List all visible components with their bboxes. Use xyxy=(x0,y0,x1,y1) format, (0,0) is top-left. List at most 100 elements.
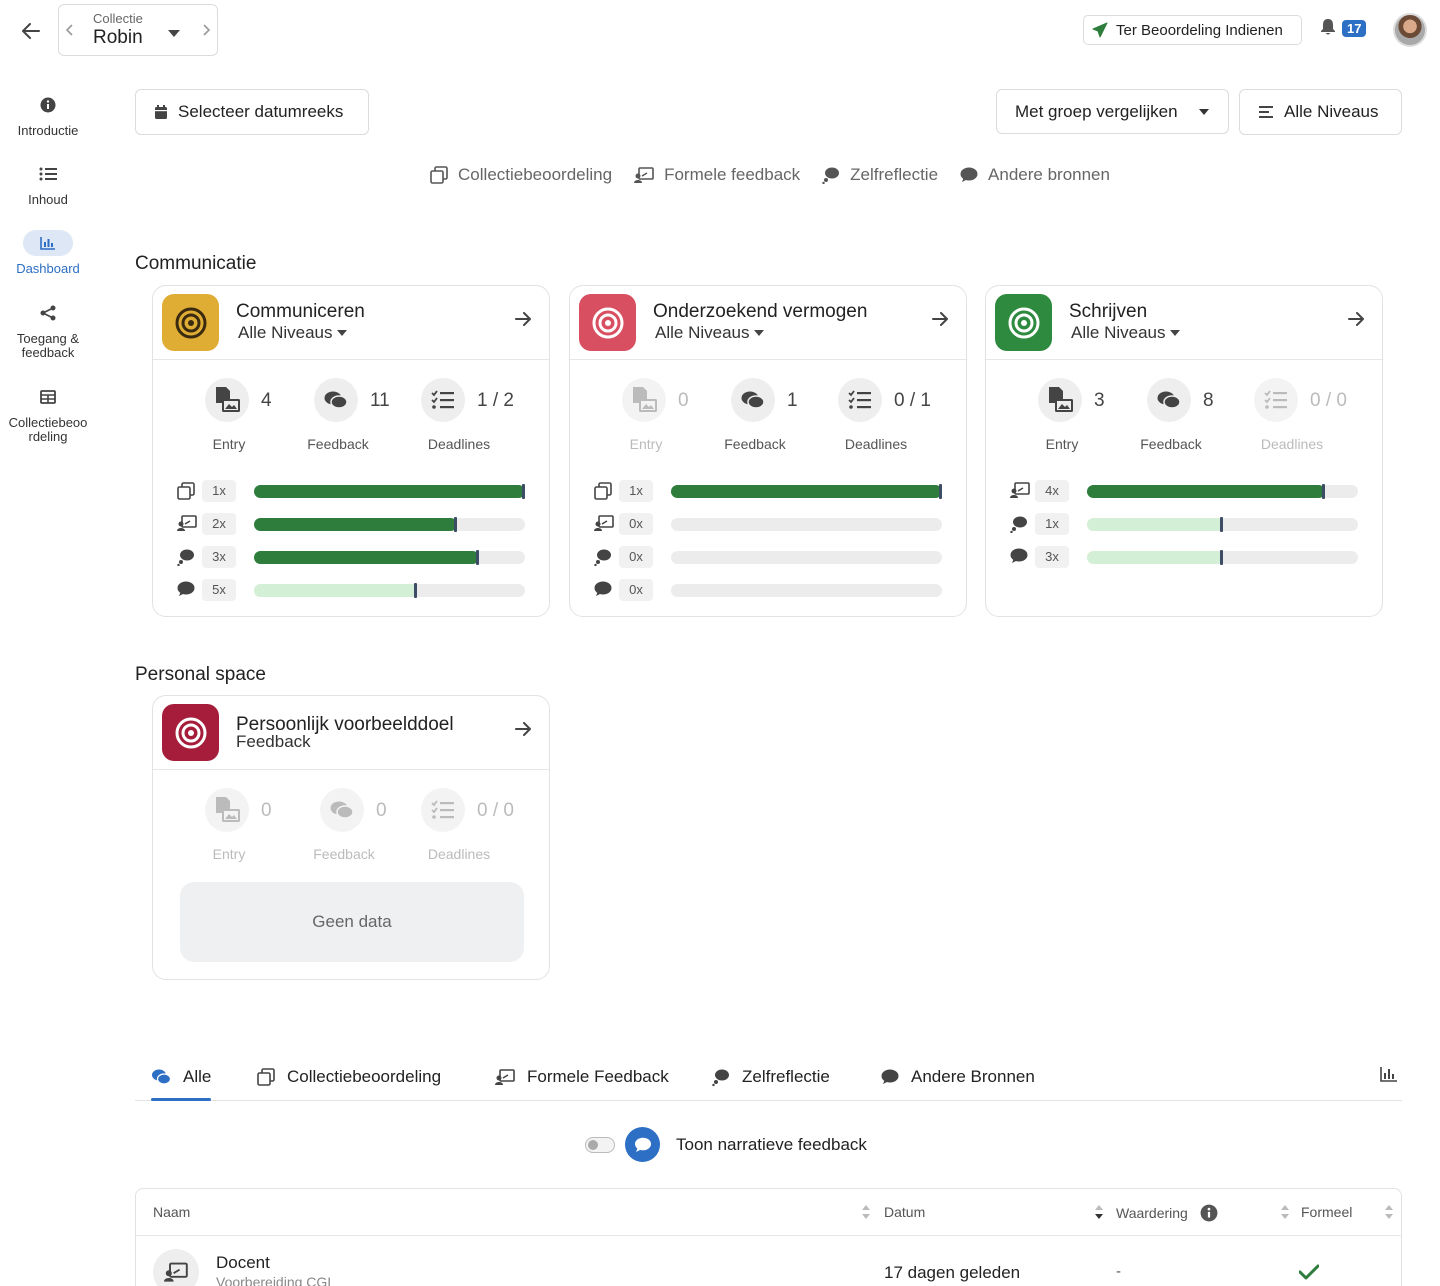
source-count: 0x xyxy=(619,546,653,568)
sort-desc-icon[interactable] xyxy=(1095,1205,1103,1219)
column-header-waardering[interactable]: Waardering xyxy=(1116,1204,1218,1222)
goal-card-personal[interactable]: Persoonlijk voorbeelddoel Feedback 0 Ent… xyxy=(152,695,550,980)
stat-value: 0 / 0 xyxy=(477,800,514,821)
card-header[interactable]: Schrijven Alle Niveaus xyxy=(986,286,1382,360)
chat-icon xyxy=(625,1127,660,1162)
notification-badge[interactable]: 17 xyxy=(1342,20,1367,37)
levels-filter-button[interactable]: Alle Niveaus xyxy=(1239,89,1402,135)
goal-card[interactable]: Communiceren Alle Niveaus 4 Entry 11 Feedback… xyxy=(152,285,550,617)
copy-icon xyxy=(257,1068,275,1086)
submit-label: Ter Beoordeling Indienen xyxy=(1116,21,1283,39)
level-dropdown[interactable]: Alle Niveaus xyxy=(1071,323,1180,343)
bar-fill xyxy=(1087,485,1325,498)
arrow-right-icon[interactable] xyxy=(1348,312,1364,326)
info-icon[interactable] xyxy=(1200,1204,1218,1222)
bell-icon[interactable] xyxy=(1320,18,1336,36)
bar-track xyxy=(671,518,942,531)
comments-icon xyxy=(152,1069,171,1085)
level-dropdown[interactable]: Alle Niveaus xyxy=(238,323,347,343)
checklist-icon xyxy=(1254,378,1298,422)
collection-switcher[interactable]: Collectie Robin xyxy=(58,4,218,56)
table-row[interactable]: Docent Voorbereiding CGI 17 dagen gelede… xyxy=(136,1236,1401,1286)
source-count: 0x xyxy=(619,513,653,535)
stat-value: 0 xyxy=(678,390,689,411)
arrow-right-icon[interactable] xyxy=(515,312,531,326)
goal-card[interactable]: Onderzoekend vermogen Alle Niveaus 0 Entry 1… xyxy=(569,285,967,617)
arrow-left-icon xyxy=(22,23,40,39)
compare-group-dropdown[interactable]: Met groep vergelijken xyxy=(996,89,1229,134)
legend-item-zelfreflectie: Zelfreflectie xyxy=(822,165,938,185)
sidebar-item-label: Collectiebeoordeling xyxy=(8,415,88,444)
source-count: 5x xyxy=(202,579,236,601)
bar-fill xyxy=(1087,551,1223,564)
card-header[interactable]: Persoonlijk voorbeelddoel Feedback xyxy=(153,696,549,770)
stat-caption: Feedback xyxy=(307,436,369,452)
sort-icon[interactable] xyxy=(862,1205,870,1219)
sort-icon[interactable] xyxy=(1385,1205,1393,1219)
sidebar-item-dashboard[interactable]: Dashboard xyxy=(0,230,96,276)
column-header-formeel[interactable]: Formeel xyxy=(1301,1204,1352,1220)
source-bar-row: 5x xyxy=(177,579,527,601)
date-range-label: Selecteer datumreeks xyxy=(178,102,344,121)
bar-marker xyxy=(1220,550,1223,565)
stat-caption: Entry xyxy=(1045,436,1079,452)
back-button[interactable] xyxy=(18,18,44,44)
comment-icon xyxy=(1010,548,1028,564)
sort-icon[interactable] xyxy=(1281,1205,1289,1219)
legend-item-collectiebeoordeling: Collectiebeoordeling xyxy=(430,165,612,185)
bar-track xyxy=(254,550,525,565)
tab-andere-bronnen[interactable]: Andere Bronnen xyxy=(881,1062,1035,1092)
checklist-icon xyxy=(421,788,465,832)
source-bar-row: 3x xyxy=(177,546,527,568)
sidebar-item-toegang[interactable]: Toegang & feedback xyxy=(0,300,96,360)
target-icon xyxy=(162,704,219,761)
stat-value: 4 xyxy=(261,390,272,411)
calendar-icon xyxy=(155,105,167,119)
goal-card[interactable]: Schrijven Alle Niveaus 3 Entry 8 Feedback 0 / … xyxy=(985,285,1383,617)
caret-down-icon[interactable] xyxy=(167,27,181,39)
date-range-button[interactable]: Selecteer datumreeks xyxy=(135,89,369,135)
source-bar-row: 2x xyxy=(177,513,527,535)
avatar[interactable] xyxy=(1393,13,1427,47)
sidebar-item-collectiebeoordeling[interactable]: Collectiebeoordeling xyxy=(0,384,96,444)
source-count: 3x xyxy=(202,546,236,568)
feedback-table: Naam Datum Waardering Formeel Docent Voo… xyxy=(135,1188,1402,1286)
bar-track xyxy=(671,584,942,597)
card-stats: 0 Entry 1 Feedback 0 / 1 Deadlines xyxy=(570,360,966,458)
chevron-left-icon[interactable] xyxy=(65,23,75,37)
chart-icon[interactable] xyxy=(1380,1066,1398,1082)
bar-fill xyxy=(254,485,525,498)
tab-alle[interactable]: Alle xyxy=(151,1062,212,1101)
thought-icon xyxy=(712,1069,729,1086)
stat-value: 3 xyxy=(1094,390,1105,411)
bar-marker xyxy=(1220,517,1223,532)
stat-value: 0 xyxy=(261,800,272,821)
stat-value: 1 xyxy=(787,390,798,411)
arrow-right-icon[interactable] xyxy=(515,722,531,736)
sidebar-item-introductie[interactable]: Introductie xyxy=(0,92,96,138)
column-header-datum[interactable]: Datum xyxy=(884,1204,925,1220)
chevron-right-icon[interactable] xyxy=(201,23,211,37)
tab-label: Alle xyxy=(183,1067,212,1086)
row-name: Docent xyxy=(216,1253,270,1272)
narrative-toggle-row: Toon narratieve feedback xyxy=(585,1127,867,1162)
teacher-icon xyxy=(495,1069,515,1085)
tab-zelfreflectie[interactable]: Zelfreflectie xyxy=(712,1062,830,1092)
stat-caption: Entry xyxy=(212,436,246,452)
lines-icon xyxy=(1259,106,1273,118)
sidebar-item-label: Inhoud xyxy=(28,192,68,207)
narrative-switch[interactable] xyxy=(585,1136,615,1153)
card-header[interactable]: Onderzoekend vermogen Alle Niveaus xyxy=(570,286,966,360)
source-count: 1x xyxy=(1035,513,1069,535)
tab-formele-feedback[interactable]: Formele Feedback xyxy=(495,1062,669,1092)
column-header-naam[interactable]: Naam xyxy=(153,1204,190,1220)
level-dropdown[interactable]: Alle Niveaus xyxy=(655,323,764,343)
card-header[interactable]: Communiceren Alle Niveaus xyxy=(153,286,549,360)
table-header: Naam Datum Waardering Formeel xyxy=(136,1189,1401,1236)
tab-collectiebeoordeling[interactable]: Collectiebeoordeling xyxy=(257,1062,441,1092)
submit-for-review-button[interactable]: Ter Beoordeling Indienen xyxy=(1083,15,1302,45)
thought-icon xyxy=(594,548,612,566)
source-bar-row: 0x xyxy=(594,579,944,601)
arrow-right-icon[interactable] xyxy=(932,312,948,326)
stat-value: 0 xyxy=(376,800,387,821)
